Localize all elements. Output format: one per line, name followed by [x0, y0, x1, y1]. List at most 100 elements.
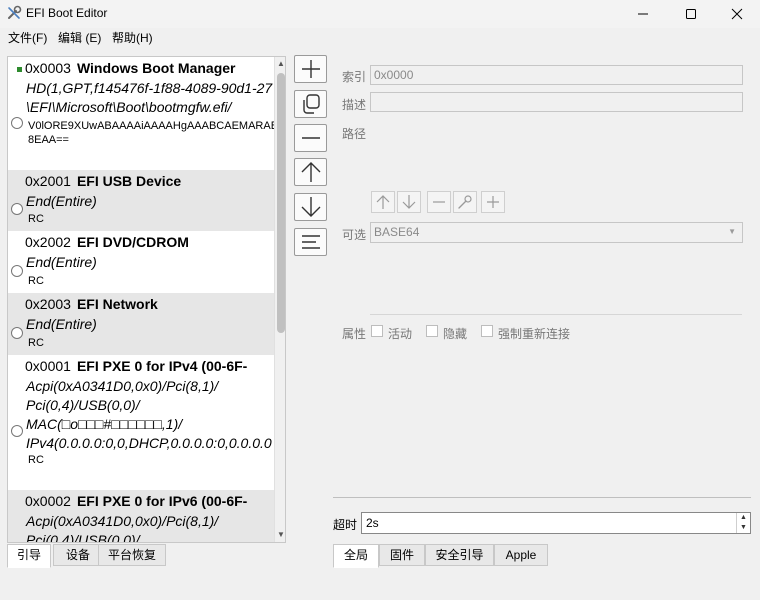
optional-label: 可选	[342, 228, 367, 242]
hidden-checkbox-label: 隐藏	[443, 327, 468, 341]
boot-entry-title: 0x2003 EFI Network	[25, 296, 158, 312]
path-move-down-button[interactable]	[397, 191, 421, 213]
boot-entry-radio[interactable]	[11, 425, 23, 437]
optional-format-value: BASE64	[374, 225, 420, 239]
wrench-icon	[458, 195, 472, 209]
maximize-button[interactable]	[668, 0, 714, 28]
tab-platform-recovery[interactable]: 平台恢复	[98, 544, 166, 566]
scroll-up-icon[interactable]: ▲	[275, 57, 285, 71]
tab-boot[interactable]: 引导	[7, 544, 51, 568]
tab-devices[interactable]: 设备	[53, 544, 103, 566]
boot-entry[interactable]: 0x2001 EFI USB Device End(Entire) RC	[8, 170, 274, 231]
menu-icon	[301, 235, 320, 249]
remove-button[interactable]	[294, 124, 327, 152]
boot-entry-data: RC	[28, 213, 44, 225]
boot-entry-path: IPv4(0.0.0.0:0,0,DHCP,0.0.0.0:0,0.0.0.0	[26, 435, 272, 451]
spinbox-arrows[interactable]: ▲ ▼	[736, 513, 750, 533]
path-label: 路径	[342, 127, 367, 141]
boot-entry[interactable]: 0x0001 EFI PXE 0 for IPv4 (00-6F- Acpi(0x…	[8, 355, 274, 490]
plus-icon	[487, 196, 499, 208]
menu-help[interactable]: 帮助(H)	[112, 29, 153, 46]
boot-entry-path: End(Entire)	[26, 316, 97, 332]
tab-secure-boot[interactable]: 安全引导	[425, 544, 494, 566]
close-button[interactable]	[714, 0, 760, 28]
menu-file[interactable]: 文件(F)	[8, 29, 47, 46]
boot-entry-path: Pci(0,4)/USB(0,0)/	[26, 397, 140, 413]
timeout-value: 2s	[366, 516, 379, 530]
tab-firmware[interactable]: 固件	[379, 544, 425, 566]
active-indicator	[17, 67, 22, 72]
menu-edit[interactable]: 编辑 (E)	[58, 29, 101, 46]
copy-icon	[302, 94, 320, 114]
add-button[interactable]	[294, 55, 327, 83]
hidden-checkbox[interactable]	[426, 325, 438, 337]
timeout-label: 超时	[333, 518, 358, 532]
maximize-icon	[686, 9, 696, 19]
force-reconnect-checkbox[interactable]	[481, 325, 493, 337]
boot-entry-radio[interactable]	[11, 265, 23, 277]
attributes-label: 属性	[342, 327, 367, 341]
path-move-up-button[interactable]	[371, 191, 395, 213]
scroll-down-icon[interactable]: ▼	[275, 528, 285, 542]
timeout-spinbox[interactable]: 2s ▲ ▼	[361, 512, 751, 534]
move-up-icon	[301, 162, 320, 182]
wrench-screwdriver-icon	[8, 5, 22, 19]
list-scrollbar[interactable]: ▲ ▼	[274, 57, 285, 542]
description-field[interactable]	[370, 92, 743, 112]
boot-entry-path: Acpi(0xA0341D0,0x0)/Pci(8,1)/	[26, 378, 219, 394]
chevron-down-icon: ▼	[728, 227, 736, 236]
boot-entry-title: 0x0001 EFI PXE 0 for IPv4 (00-6F-	[25, 358, 248, 374]
index-field[interactable]: 0x0000	[370, 65, 743, 85]
tab-apple[interactable]: Apple	[494, 544, 548, 566]
minimize-icon	[638, 13, 648, 15]
optional-format-select[interactable]: BASE64 ▼	[370, 222, 743, 243]
index-label: 索引	[342, 70, 367, 84]
scroll-thumb[interactable]	[277, 73, 285, 333]
spin-down-icon[interactable]: ▼	[737, 523, 750, 533]
boot-entry-title: 0x2002 EFI DVD/CDROM	[25, 234, 189, 250]
active-checkbox[interactable]	[371, 325, 383, 337]
boot-entry-title: 0x0003 Windows Boot Manager	[25, 60, 236, 76]
remove-icon	[301, 137, 320, 139]
boot-entry-path: MAC(□o□□□#□□□□□□,1)/	[26, 416, 183, 432]
boot-entry[interactable]: 0x0003 Windows Boot Manager HD(1,GPT,f145…	[8, 57, 274, 168]
path-add-button[interactable]	[481, 191, 505, 213]
copy-button[interactable]	[294, 90, 327, 118]
boot-entry-radio[interactable]	[11, 203, 23, 215]
divider	[333, 497, 751, 498]
boot-entry-title: 0x2001 EFI USB Device	[25, 173, 182, 189]
boot-entry-radio[interactable]	[11, 117, 23, 129]
boot-entry[interactable]: 0x0002 EFI PXE 0 for IPv6 (00-6F- Acpi(0x…	[8, 490, 274, 542]
move-up-button[interactable]	[294, 158, 327, 186]
boot-entry-data: 8EAA==	[28, 134, 69, 146]
tab-global[interactable]: 全局	[333, 544, 379, 568]
arrow-down-icon	[402, 195, 416, 209]
window-title: EFI Boot Editor	[26, 6, 108, 20]
description-label: 描述	[342, 98, 367, 112]
minus-icon	[433, 201, 445, 203]
boot-entry-path: Acpi(0xA0341D0,0x0)/Pci(8,1)/	[26, 513, 219, 529]
boot-entry-data: RC	[28, 454, 44, 466]
arrow-up-icon	[376, 195, 390, 209]
minimize-button[interactable]	[620, 0, 666, 28]
boot-entry-list[interactable]: 0x0003 Windows Boot Manager HD(1,GPT,f145…	[7, 56, 286, 543]
boot-entry-path: HD(1,GPT,f145476f-1f88-4089-90d1-27	[26, 80, 273, 96]
menu-button[interactable]	[294, 228, 327, 256]
boot-entry-radio[interactable]	[11, 327, 23, 339]
path-edit-button[interactable]	[453, 191, 477, 213]
boot-entry-data: V0lORE9XUwABAAAAiAAAAHgAAABCAEMARABPAEIA…	[28, 120, 274, 132]
spin-up-icon[interactable]: ▲	[737, 513, 750, 523]
boot-entry[interactable]: 0x2002 EFI DVD/CDROM End(Entire) RC	[8, 231, 274, 293]
close-icon	[731, 8, 743, 20]
title-bar: EFI Boot Editor	[0, 0, 760, 28]
boot-entry-path: End(Entire)	[26, 193, 97, 209]
boot-entry[interactable]: 0x2003 EFI Network End(Entire) RC	[8, 293, 274, 355]
boot-entry-path: Pci(0,4)/USB(0,0)/	[26, 532, 140, 542]
force-reconnect-checkbox-label: 强制重新连接	[498, 327, 571, 341]
boot-entry-data: RC	[28, 275, 44, 287]
boot-entry-title: 0x0002 EFI PXE 0 for IPv6 (00-6F-	[25, 493, 248, 509]
path-remove-button[interactable]	[427, 191, 451, 213]
boot-entry-path: \EFI\Microsoft\Boot\bootmgfw.efi/	[26, 99, 232, 115]
active-checkbox-label: 活动	[388, 327, 413, 341]
move-down-button[interactable]	[294, 193, 327, 221]
